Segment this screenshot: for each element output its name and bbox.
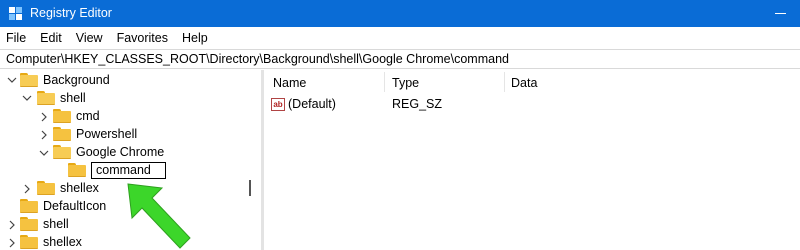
address-bar[interactable]: Computer\HKEY_CLASSES_ROOT\Directory\Bac… xyxy=(0,49,800,69)
folder-icon xyxy=(20,217,38,231)
window-title: Registry Editor xyxy=(30,6,112,20)
value-type: REG_SZ xyxy=(392,97,443,111)
tree-node-label: shellex xyxy=(60,181,99,195)
folder-icon xyxy=(53,127,71,141)
folder-icon xyxy=(20,235,38,249)
folder-open-icon xyxy=(37,91,55,105)
column-divider[interactable] xyxy=(504,72,505,92)
folder-icon xyxy=(20,199,38,213)
chevron-down-icon[interactable] xyxy=(7,75,17,85)
string-value-icon: ab xyxy=(271,97,285,111)
tree-node-shellex-2[interactable]: shellex xyxy=(20,233,82,250)
tree-node-defaulticon[interactable]: DefaultIcon xyxy=(20,197,106,215)
chevron-down-icon[interactable] xyxy=(39,148,49,158)
title-bar[interactable]: Registry Editor xyxy=(0,0,800,27)
tree-node-cmd[interactable]: cmd xyxy=(53,107,100,125)
tree-node-label: DefaultIcon xyxy=(43,199,107,213)
tree-node-label: Google Chrome xyxy=(76,145,165,159)
minimize-icon xyxy=(774,13,786,14)
menu-file[interactable]: File xyxy=(6,31,26,45)
tree-node-shell[interactable]: shell xyxy=(37,89,86,107)
tree-node-label: Powershell xyxy=(76,127,138,141)
column-header-data[interactable]: Data xyxy=(511,76,537,90)
folder-icon xyxy=(53,109,71,123)
menu-bar: File Edit View Favorites Help xyxy=(0,27,800,49)
registry-editor-icon xyxy=(9,7,22,20)
chevron-down-icon[interactable] xyxy=(22,93,32,103)
folder-icon xyxy=(37,181,55,195)
column-header-type[interactable]: Type xyxy=(392,76,419,90)
minimize-button[interactable] xyxy=(760,0,800,27)
column-header-name[interactable]: Name xyxy=(273,76,306,90)
tree-node-label: Background xyxy=(43,73,110,87)
folder-icon xyxy=(68,163,86,177)
green-arrow-icon xyxy=(127,183,191,249)
chevron-right-icon[interactable] xyxy=(7,238,17,248)
tree-node-label: shellex xyxy=(43,235,82,249)
tree-node-google-chrome[interactable]: Google Chrome xyxy=(53,143,164,161)
tree-node-label: shell xyxy=(60,91,86,105)
tree-node-label: cmd xyxy=(76,109,100,123)
tree-node-powershell[interactable]: Powershell xyxy=(53,125,137,143)
menu-favorites[interactable]: Favorites xyxy=(117,31,168,45)
table-row[interactable]: ab (Default) xyxy=(271,97,336,111)
menu-help[interactable]: Help xyxy=(182,31,208,45)
column-divider[interactable] xyxy=(384,72,385,92)
tree-node-shellex[interactable]: shellex xyxy=(37,179,99,197)
chevron-right-icon[interactable] xyxy=(39,130,49,140)
tree-scrollbar-thumb[interactable] xyxy=(249,180,251,196)
value-name: (Default) xyxy=(288,97,336,111)
chevron-right-icon[interactable] xyxy=(7,220,17,230)
menu-view[interactable]: View xyxy=(76,31,103,45)
chevron-right-icon[interactable] xyxy=(22,184,32,194)
folder-open-icon xyxy=(20,73,38,87)
values-list[interactable]: Name Type Data ab (Default) REG_SZ xyxy=(264,70,800,250)
tree-node-label: shell xyxy=(43,217,69,231)
folder-open-icon xyxy=(53,145,71,159)
tree-node-background[interactable]: Background xyxy=(20,71,110,89)
chevron-right-icon[interactable] xyxy=(39,112,49,122)
menu-edit[interactable]: Edit xyxy=(40,31,62,45)
tree-node-shell-2[interactable]: shell xyxy=(20,215,69,233)
